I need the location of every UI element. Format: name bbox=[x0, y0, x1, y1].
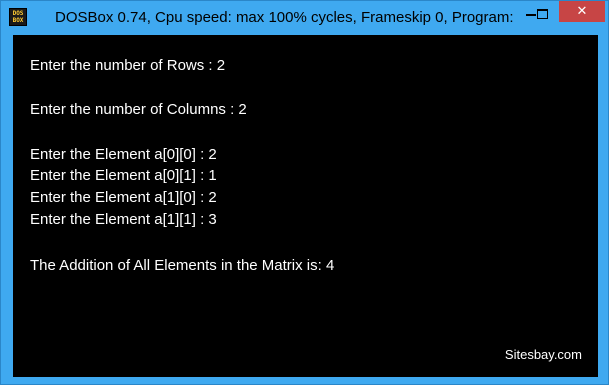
console-line-element-01: Enter the Element a[0][1] : 1 bbox=[30, 167, 217, 184]
close-button[interactable]: ✕ bbox=[559, 1, 605, 22]
dosbox-app-icon[interactable]: DOS BOX bbox=[9, 8, 27, 26]
window-title: DOSBox 0.74, Cpu speed: max 100% cycles,… bbox=[55, 9, 514, 26]
close-icon: ✕ bbox=[576, 4, 588, 19]
console-line-element-11: Enter the Element a[1][1] : 3 bbox=[30, 211, 217, 228]
console-screen[interactable]: Enter the number of Rows : 2 Enter the n… bbox=[13, 35, 598, 377]
maximize-button[interactable] bbox=[528, 2, 556, 24]
console-line-rows: Enter the number of Rows : 2 bbox=[30, 57, 226, 74]
console-line-columns: Enter the number of Columns : 2 bbox=[30, 101, 247, 118]
icon-text-bottom: BOX bbox=[12, 17, 24, 24]
console-line-element-10: Enter the Element a[1][0] : 2 bbox=[30, 189, 217, 206]
console-line-result: The Addition of All Elements in the Matr… bbox=[30, 257, 335, 274]
title-bar[interactable]: DOS BOX DOSBox 0.74, Cpu speed: max 100%… bbox=[1, 1, 608, 33]
sitesbay-watermark: Sitesbay.com bbox=[504, 347, 582, 362]
dosbox-window: DOS BOX DOSBox 0.74, Cpu speed: max 100%… bbox=[0, 0, 609, 385]
icon-text-top: DOS bbox=[12, 10, 24, 17]
console-line-element-00: Enter the Element a[0][0] : 2 bbox=[30, 146, 217, 163]
